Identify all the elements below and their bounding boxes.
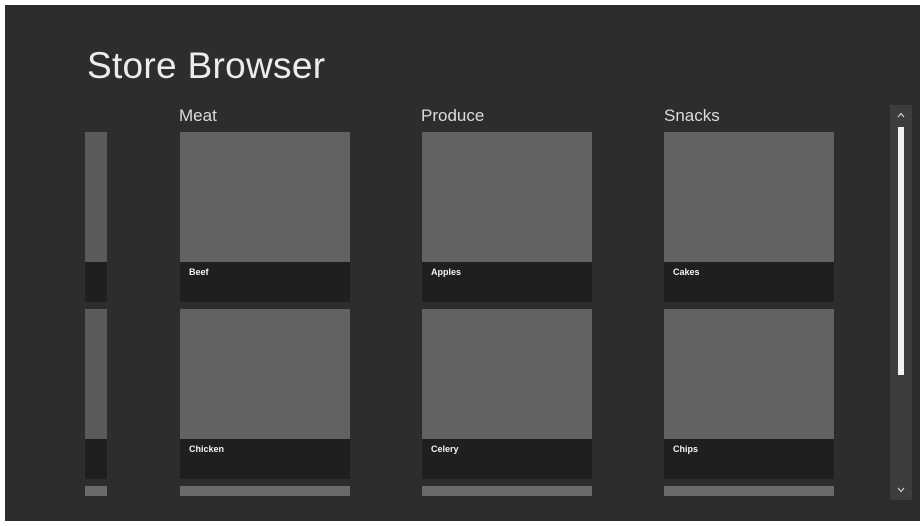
tile-label: Celery [431,444,459,454]
tile-celery[interactable]: Celery [422,309,592,479]
group-header-snacks[interactable]: Snacks [664,106,720,126]
chevron-up-icon[interactable] [890,107,912,123]
vertical-scrollbar[interactable] [890,105,912,500]
app-window: Store Browser Meat Beef Chicken Produce … [5,5,920,521]
tile-chips[interactable]: Chips [664,309,834,479]
tile-stub [422,486,592,496]
tile-caption: Cakes [664,262,834,302]
tile-label: Chips [673,444,699,454]
group-header-produce[interactable]: Produce [421,106,484,126]
tile-caption: Beef [180,262,350,302]
tile-label: Beef [189,267,209,277]
chevron-down-icon[interactable] [890,482,912,498]
tile-caption: Chicken [180,439,350,479]
tile-caption: Chips [664,439,834,479]
scrollbar-thumb[interactable] [898,127,904,375]
tile-label: Cakes [673,267,700,277]
partial-tile-stub [85,486,107,496]
tile-apples[interactable]: Apples [422,132,592,302]
tile-label: Apples [431,267,462,277]
page-title: Store Browser [87,45,326,86]
tile-stub [180,486,350,496]
tile-caption: Celery [422,439,592,479]
partial-tile-2[interactable] [85,309,107,479]
tile-stub [664,486,834,496]
partial-tile-caption [85,439,107,479]
tile-beef[interactable]: Beef [180,132,350,302]
tile-label: Chicken [189,444,225,454]
tile-caption: Apples [422,262,592,302]
tile-chicken[interactable]: Chicken [180,309,350,479]
partial-tile-1[interactable] [85,132,107,302]
partial-tile-caption [85,262,107,302]
tile-cakes[interactable]: Cakes [664,132,834,302]
group-header-meat[interactable]: Meat [179,106,217,126]
